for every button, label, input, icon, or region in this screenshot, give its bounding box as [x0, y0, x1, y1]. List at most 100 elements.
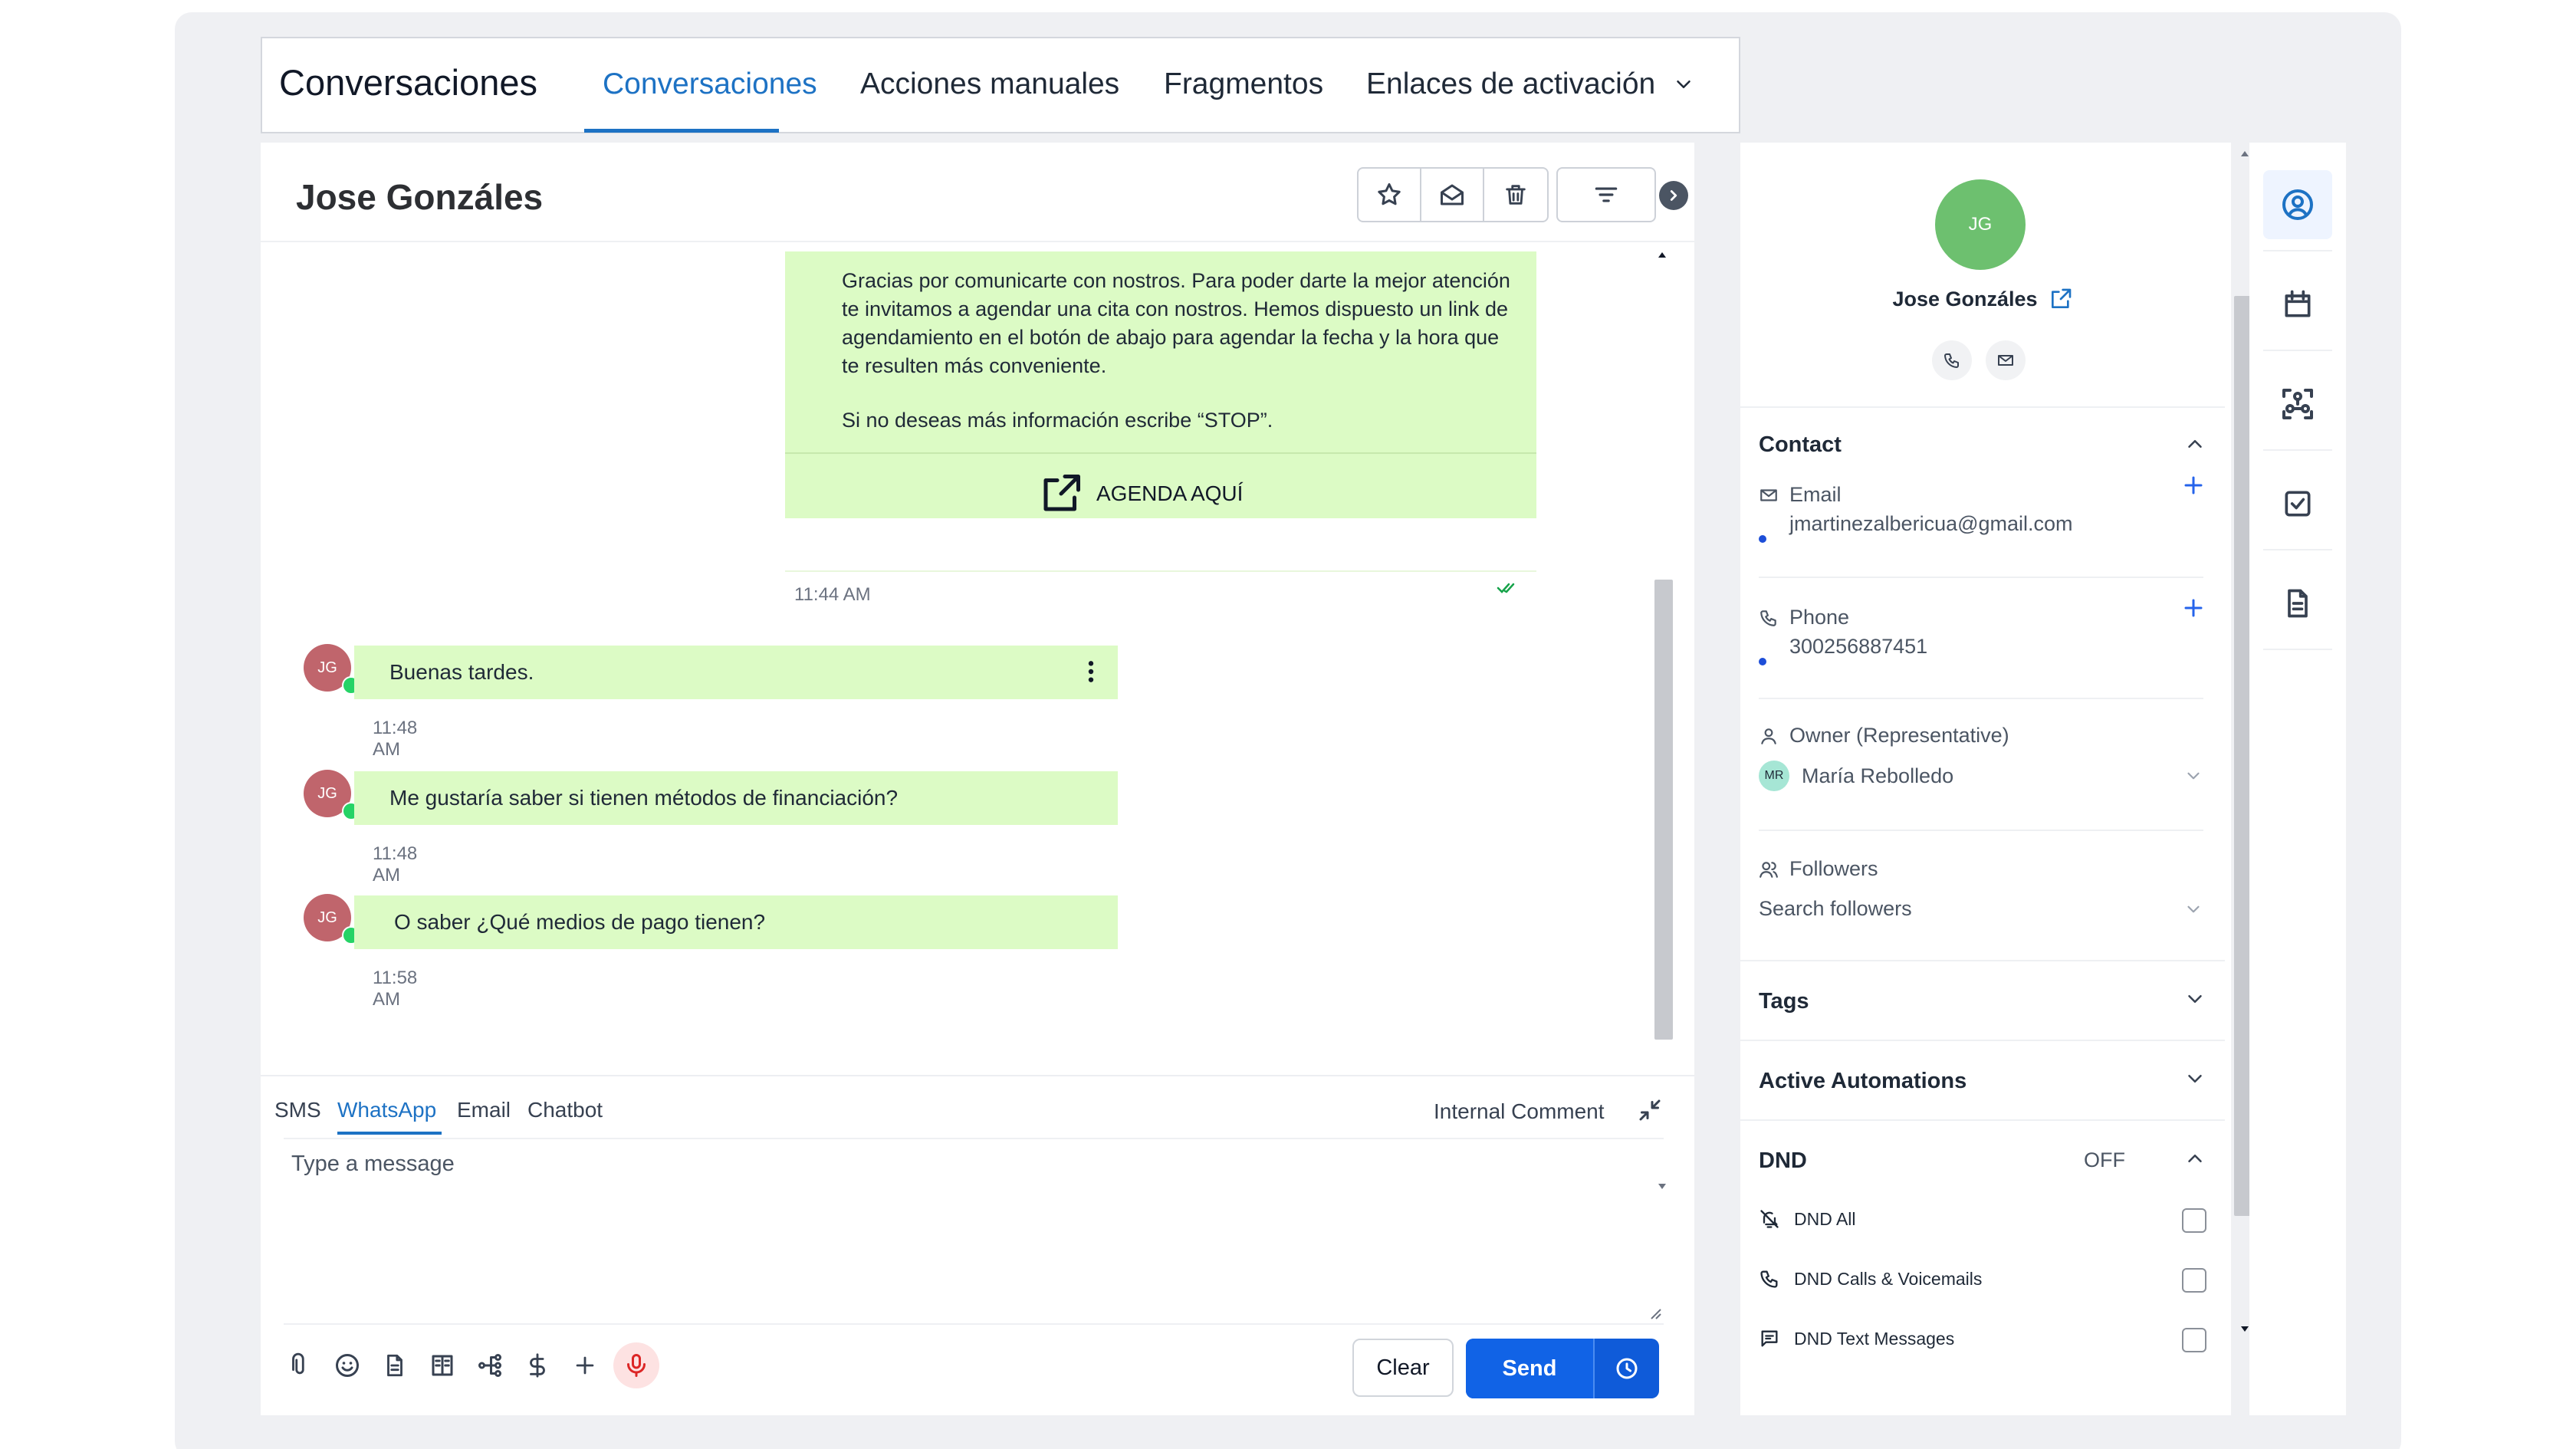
add-button[interactable] [566, 1346, 604, 1385]
schedule-send-button[interactable] [1593, 1339, 1659, 1398]
composer-tab-whatsapp[interactable]: WhatsApp [337, 1098, 436, 1122]
tab-enlaces-label: Enlaces de activación [1366, 67, 1656, 100]
snippets-button[interactable] [423, 1346, 462, 1385]
message-menu-icon[interactable] [1087, 659, 1095, 684]
dnd-text-label: DND Text Messages [1794, 1328, 1955, 1349]
primary-dot [1759, 658, 1766, 665]
agenda-aqui-button[interactable]: AGENDA AQUÍ [1038, 471, 1243, 517]
dnd-text-checkbox[interactable] [2182, 1328, 2206, 1352]
tab-acciones-manuales[interactable]: Acciones manuales [860, 67, 1119, 101]
resize-handle-icon[interactable] [1647, 1305, 1662, 1320]
message-text: Buenas tardes. [389, 660, 534, 684]
call-button[interactable] [1932, 340, 1972, 380]
add-email-button[interactable] [2182, 474, 2205, 497]
active-tab-indicator [584, 129, 779, 133]
template-button[interactable] [376, 1346, 414, 1385]
message-time: 11:48 AM [373, 843, 418, 886]
dnd-calls-label: DND Calls & Voicemails [1794, 1268, 1983, 1289]
divider [1740, 406, 2225, 408]
phone-value[interactable]: 300256887451 [1789, 635, 1927, 659]
chevron-down-icon [2183, 899, 2203, 919]
bubble-divider [785, 452, 1536, 454]
contact-avatar-large: JG [1935, 179, 2026, 270]
message-time: 11:48 AM [373, 718, 418, 760]
star-icon [1375, 181, 1403, 209]
record-audio-button[interactable] [613, 1342, 659, 1388]
conversation-contact-name: Jose Gonzáles [296, 177, 544, 217]
chevron-down-icon[interactable] [2183, 987, 2206, 1010]
add-phone-button[interactable] [2182, 596, 2205, 619]
message-input[interactable] [291, 1152, 1656, 1290]
owner-value: María Rebolledo [1802, 764, 1954, 787]
rail-contact-button[interactable] [2263, 170, 2332, 239]
open-contact-icon[interactable] [2049, 287, 2073, 311]
microphone-icon [623, 1352, 650, 1379]
workflow-button[interactable] [471, 1346, 509, 1385]
attach-button[interactable] [281, 1346, 319, 1385]
phone-label-row: Phone [1759, 606, 1849, 629]
chevron-up-icon[interactable] [2183, 1147, 2206, 1170]
star-button[interactable] [1359, 169, 1421, 221]
email-button[interactable] [1986, 340, 2026, 380]
tab-fragmentos[interactable]: Fragmentos [1164, 67, 1323, 101]
agenda-aqui-label: AGENDA AQUÍ [1096, 481, 1244, 505]
mark-unread-button[interactable] [1421, 169, 1484, 221]
delete-button[interactable] [1484, 169, 1547, 221]
mail-icon [1996, 351, 2015, 370]
primary-dot [1759, 535, 1766, 543]
phone-icon [1943, 351, 1961, 370]
chevron-down-icon[interactable] [2183, 1067, 2206, 1090]
tab-conversaciones[interactable]: Conversaciones [603, 67, 817, 101]
envelope-open-icon [1438, 181, 1466, 209]
phone-label: Phone [1789, 606, 1850, 629]
followers-select[interactable]: Search followers [1759, 897, 2203, 921]
divider [1759, 698, 2203, 699]
send-button[interactable]: Send [1466, 1339, 1593, 1398]
email-value[interactable]: jmartinezalbericua@gmail.com [1789, 512, 2073, 536]
filter-button[interactable] [1556, 167, 1656, 222]
outgoing-paragraph-2: Si no deseas más información escribe “ST… [842, 409, 1273, 432]
internal-comment-toggle[interactable]: Internal Comment [1434, 1099, 1605, 1124]
dnd-all-checkbox[interactable] [2182, 1208, 2206, 1233]
chevron-down-icon [1672, 73, 1695, 96]
collapse-composer-icon[interactable] [1636, 1096, 1664, 1124]
emoji-button[interactable] [328, 1346, 366, 1385]
rail-opportunities-button[interactable] [2263, 370, 2332, 439]
owner-select[interactable]: MR María Rebolledo [1759, 761, 2203, 791]
composer-tab-sms[interactable]: SMS [274, 1098, 321, 1122]
message-square-icon [1759, 1328, 1780, 1349]
outgoing-time: 11:44 AM [794, 584, 871, 605]
scroll-down-arrow[interactable] [1656, 1181, 1668, 1191]
collapse-panel-button[interactable] [1659, 181, 1688, 210]
composer-bottom-divider [284, 1323, 1664, 1325]
messages-scroll-thumb[interactable] [1654, 580, 1673, 1040]
contact-name: Jose Gonzáles [1892, 287, 2038, 310]
scroll-up-arrow[interactable] [1656, 250, 1668, 261]
outgoing-message-text: Gracias por comunicarte con nostros. Par… [842, 267, 1516, 435]
document-icon [382, 1352, 408, 1378]
clear-button[interactable]: Clear [1352, 1339, 1454, 1397]
dnd-calls-checkbox[interactable] [2182, 1268, 2206, 1293]
rail-notes-button[interactable] [2263, 569, 2332, 638]
checkbox-icon [2281, 487, 2315, 521]
tab-enlaces-de-activacion[interactable]: Enlaces de activación [1366, 67, 1695, 101]
payment-button[interactable] [518, 1346, 557, 1385]
user-icon [1759, 726, 1779, 746]
header-divider [261, 241, 1694, 242]
divider [1759, 577, 2203, 578]
quick-actions [1932, 340, 2026, 380]
tags-section-title[interactable]: Tags [1759, 989, 1809, 1014]
rail-calendar-button[interactable] [2263, 270, 2332, 339]
outgoing-paragraph-1: Gracias por comunicarte con nostros. Par… [842, 269, 1510, 377]
double-check-icon [1497, 580, 1518, 596]
trash-icon [1503, 182, 1529, 208]
send-button-group: Send [1466, 1339, 1659, 1398]
composer-tab-email[interactable]: Email [457, 1098, 511, 1122]
rail-tasks-button[interactable] [2263, 469, 2332, 538]
automations-section-title[interactable]: Active Automations [1759, 1069, 1967, 1094]
contact-section-title[interactable]: Contact [1759, 432, 1842, 458]
composer-tab-chatbot[interactable]: Chatbot [527, 1098, 603, 1122]
dollar-icon [524, 1352, 550, 1378]
dnd-section-title[interactable]: DND [1759, 1148, 1807, 1174]
chevron-up-icon[interactable] [2183, 432, 2206, 455]
